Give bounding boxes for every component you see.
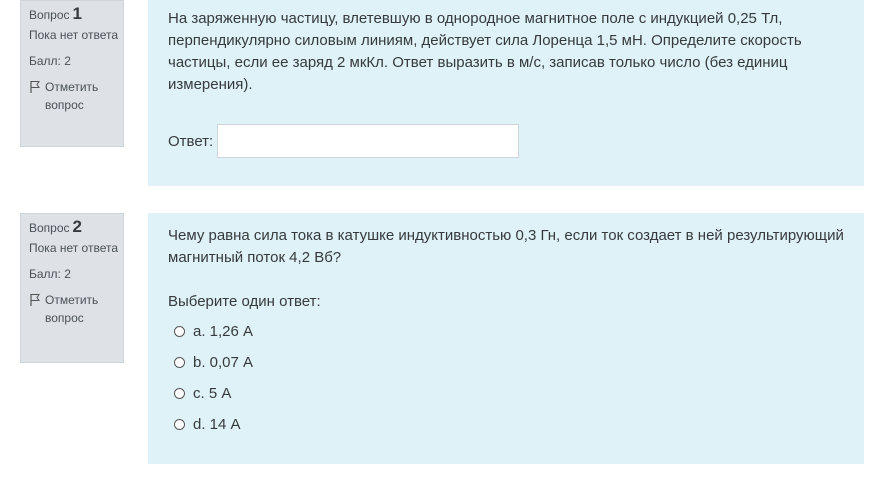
radio-button[interactable] <box>174 419 185 430</box>
question-text: Чему равна сила тока в катушке индуктивн… <box>168 227 844 266</box>
option-label: c. 5 А <box>193 385 232 402</box>
question-grade: Балл: 2 <box>29 267 71 281</box>
answer-input[interactable] <box>217 124 520 158</box>
question-grade: Балл: 2 <box>29 54 71 68</box>
answer-label: Ответ: <box>168 132 214 150</box>
question-1-info: Вопрос 1 Пока нет ответа Балл: 2 Отметит… <box>20 0 124 147</box>
answer-option-a[interactable]: a. 1,26 А <box>168 316 844 347</box>
flag-question-link[interactable]: Отметить вопрос <box>29 78 123 114</box>
question-1-content: На заряженную частицу, влетевшую в однор… <box>148 0 864 186</box>
answer-status: Пока нет ответа <box>29 241 119 255</box>
question-label: Вопрос <box>29 8 70 22</box>
answer-option-b[interactable]: b. 0,07 А <box>168 347 844 378</box>
radio-button[interactable] <box>174 388 185 399</box>
radio-button[interactable] <box>174 326 185 337</box>
flag-icon <box>30 81 40 93</box>
question-number: 1 <box>72 4 82 23</box>
question-number-line: Вопрос 1 <box>29 5 123 24</box>
option-label: b. 0,07 А <box>193 354 254 371</box>
answer-option-d[interactable]: d. 14 А <box>168 409 844 440</box>
question-number-line: Вопрос 2 <box>29 218 123 237</box>
answer-status: Пока нет ответа <box>29 28 119 42</box>
question-text: На заряженную частицу, влетевшую в однор… <box>168 10 802 93</box>
question-number: 2 <box>72 217 82 236</box>
flag-question-link[interactable]: Отметить вопрос <box>29 291 123 327</box>
flag-icon <box>30 294 40 306</box>
radio-button[interactable] <box>174 357 185 368</box>
question-2-info: Вопрос 2 Пока нет ответа Балл: 2 Отметит… <box>20 213 124 363</box>
answer-row: Ответ: <box>168 124 844 158</box>
question-label: Вопрос <box>29 221 70 235</box>
flag-question-label: Отметить вопрос <box>45 80 99 112</box>
flag-question-label: Отметить вопрос <box>45 293 99 325</box>
answer-option-c[interactable]: c. 5 А <box>168 378 844 409</box>
option-label: a. 1,26 А <box>193 323 254 340</box>
answer-prompt: Выберите один ответ: <box>168 293 321 310</box>
option-label: d. 14 А <box>193 416 241 433</box>
question-2-content: Чему равна сила тока в катушке индуктивн… <box>148 213 864 464</box>
